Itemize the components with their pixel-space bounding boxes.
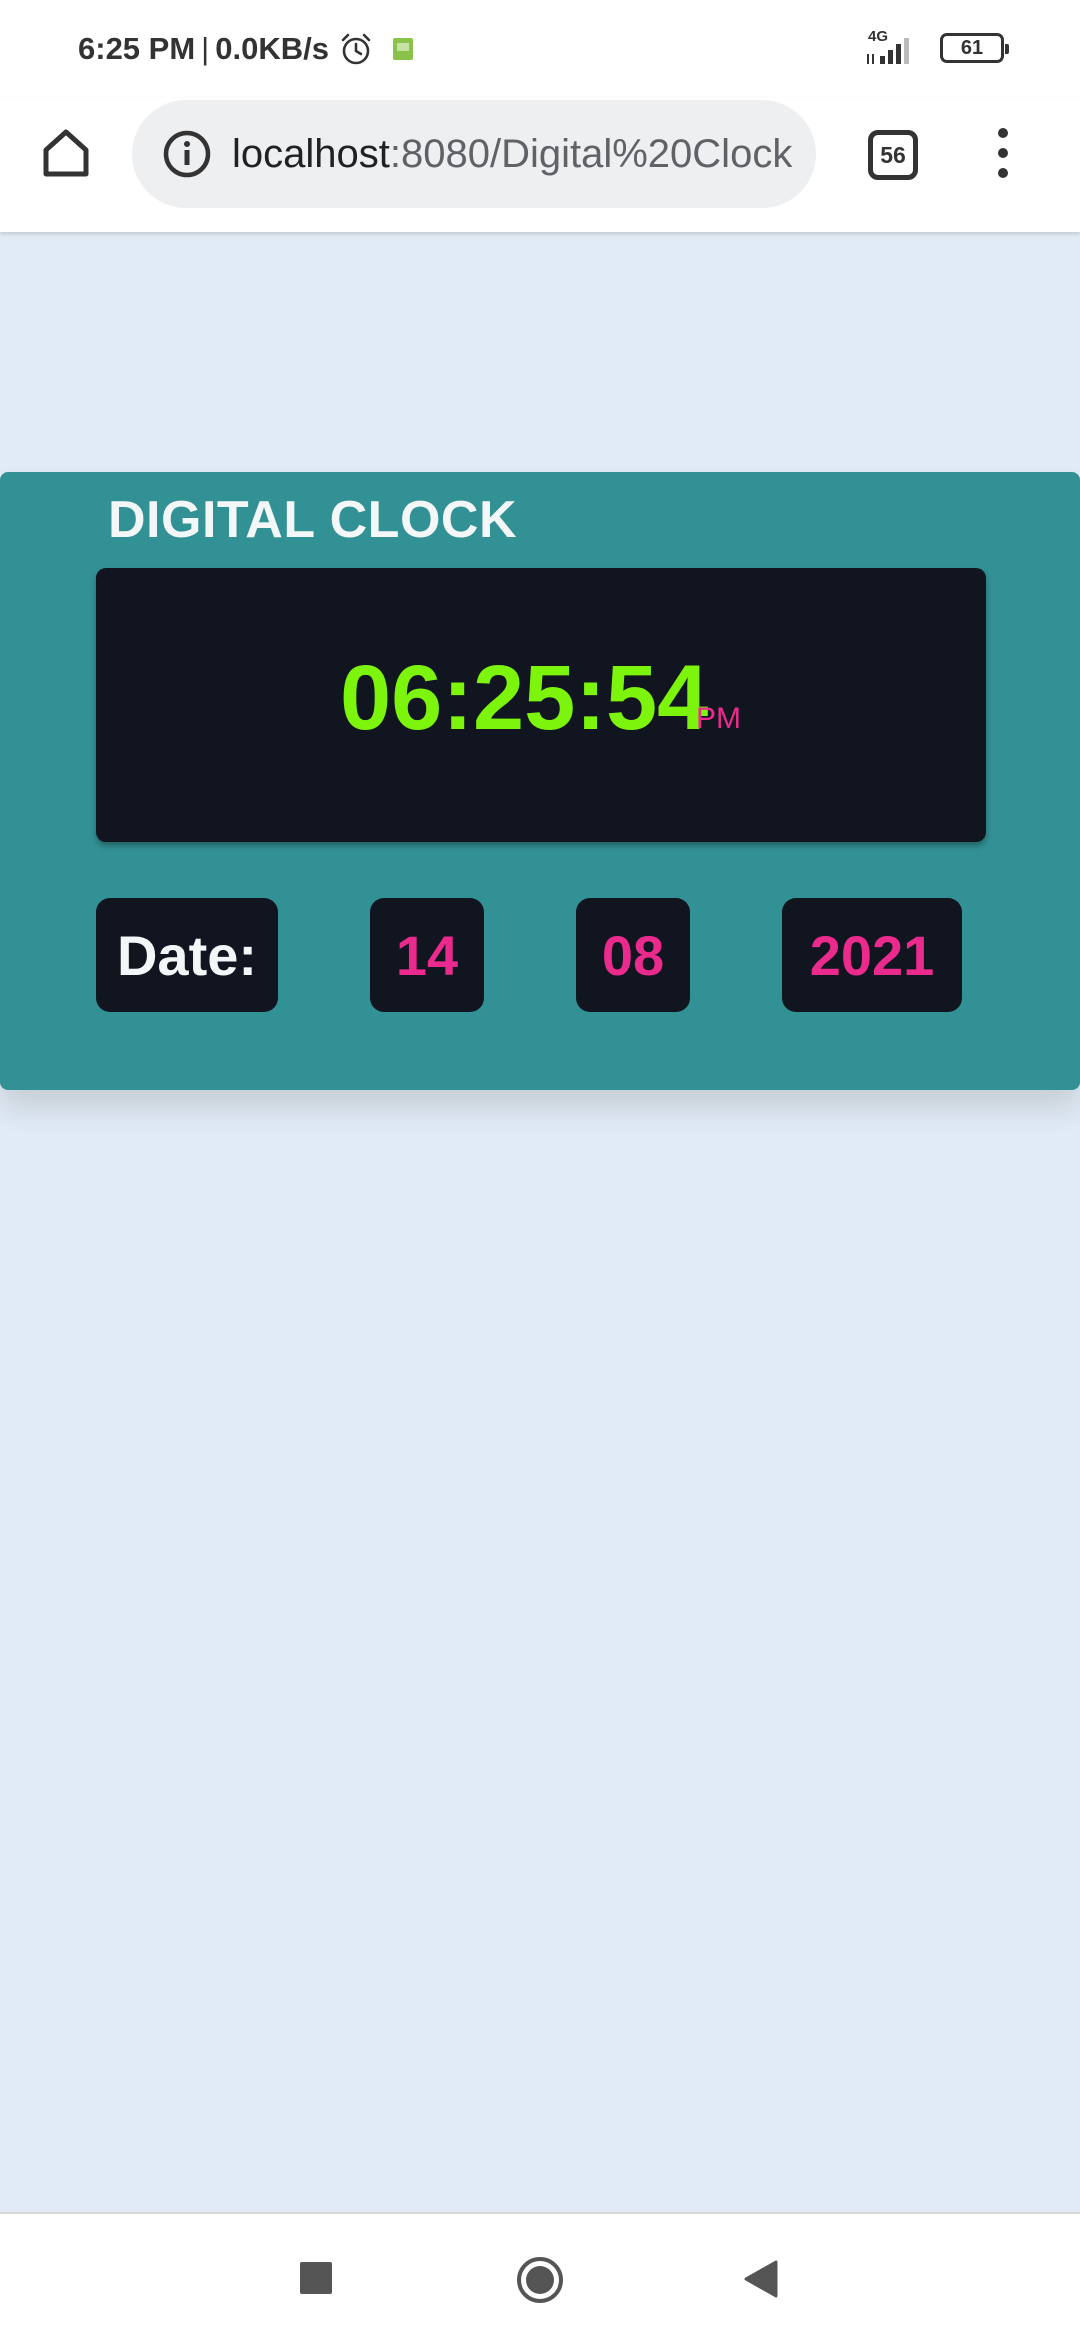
status-net-speed: 0.0KB/s: [215, 31, 329, 66]
status-right: 4G 61: [864, 28, 1009, 66]
alarm-icon: [341, 33, 371, 65]
tabs-icon[interactable]: 56: [868, 130, 918, 180]
url-text[interactable]: localhost:8080/Digital%20Clock: [232, 132, 792, 177]
battery-level: 61: [960, 36, 984, 59]
status-bar: 6:25 PM | 0.0KB/s 4G 61: [0, 0, 1080, 98]
battery-icon: 61: [940, 33, 1009, 63]
home-circle-icon[interactable]: [516, 2256, 564, 2304]
status-left: 6:25 PM | 0.0KB/s: [78, 31, 415, 67]
overflow-menu-icon[interactable]: [990, 128, 1016, 182]
date-label: Date:: [96, 898, 278, 1012]
clock-ampm: PM: [696, 702, 741, 735]
system-nav-bar: [0, 2212, 1080, 2340]
url-path: :8080/Digital%20Clock: [389, 131, 792, 176]
url-host: localhost: [232, 131, 390, 176]
status-separator: |: [201, 31, 210, 66]
recent-apps-icon[interactable]: [300, 2262, 332, 2294]
status-time: 6:25 PM: [78, 31, 196, 66]
info-icon[interactable]: [162, 129, 212, 179]
signal-icon: 4G: [864, 28, 924, 66]
date-day: 14: [370, 898, 484, 1012]
clock-card: DIGITAL CLOCK 06:25:54 PM Date: 14 08 20…: [0, 472, 1080, 1090]
app-notification-icon: [392, 38, 413, 60]
clock-title: DIGITAL CLOCK: [108, 491, 517, 549]
back-icon[interactable]: [742, 2258, 780, 2300]
home-icon[interactable]: [38, 124, 94, 180]
clock-time: 06:25:54: [340, 647, 709, 749]
address-bar[interactable]: localhost:8080/Digital%20Clock: [132, 100, 816, 208]
date-year: 2021: [782, 898, 962, 1012]
browser-toolbar: localhost:8080/Digital%20Clock 56: [0, 98, 1080, 232]
tab-count: 56: [880, 141, 906, 168]
date-month: 08: [576, 898, 690, 1012]
clock-display: 06:25:54 PM: [96, 568, 986, 842]
